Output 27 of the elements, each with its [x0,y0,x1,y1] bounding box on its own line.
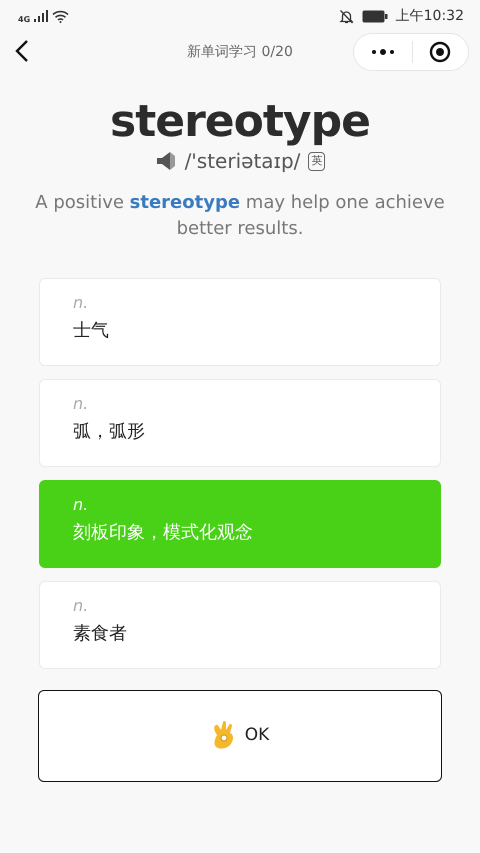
phonetic: /'steriətaɪp/ [184,148,300,176]
answer-option[interactable]: n. 士气 [39,278,441,366]
more-icon[interactable] [370,49,395,55]
speaker-icon[interactable] [154,151,177,172]
mute-bell-icon [338,8,354,24]
part-of-speech: n. [73,494,90,516]
headword: stereotype [109,98,371,146]
close-target-icon[interactable] [429,41,452,63]
accent-label[interactable]: 英 [308,152,326,171]
part-of-speech: n. [73,596,90,616]
meaning: 刻板印象，模式化观念 [73,521,254,546]
example-sentence: A positive stereotype may help one achieve better results. [34,191,446,242]
part-of-speech: n. [73,292,90,314]
meaning: 弧，弧形 [73,420,146,444]
answer-option[interactable]: n. 素食者 [39,580,441,669]
back-icon[interactable] [14,39,30,63]
meaning: 素食者 [73,622,128,646]
signal-icon [34,10,48,22]
network-label: 4G [18,14,30,26]
part-of-speech: n. [73,394,90,414]
page-title: 新单词学习 0/20 [187,42,293,62]
answer-option[interactable]: n. 弧，弧形 [39,378,441,467]
meaning: 士气 [73,319,110,344]
ok-button[interactable]: OK [38,690,442,782]
clock-time: 上午10:32 [396,6,464,26]
wifi-icon [52,10,70,22]
battery-icon [362,10,388,22]
